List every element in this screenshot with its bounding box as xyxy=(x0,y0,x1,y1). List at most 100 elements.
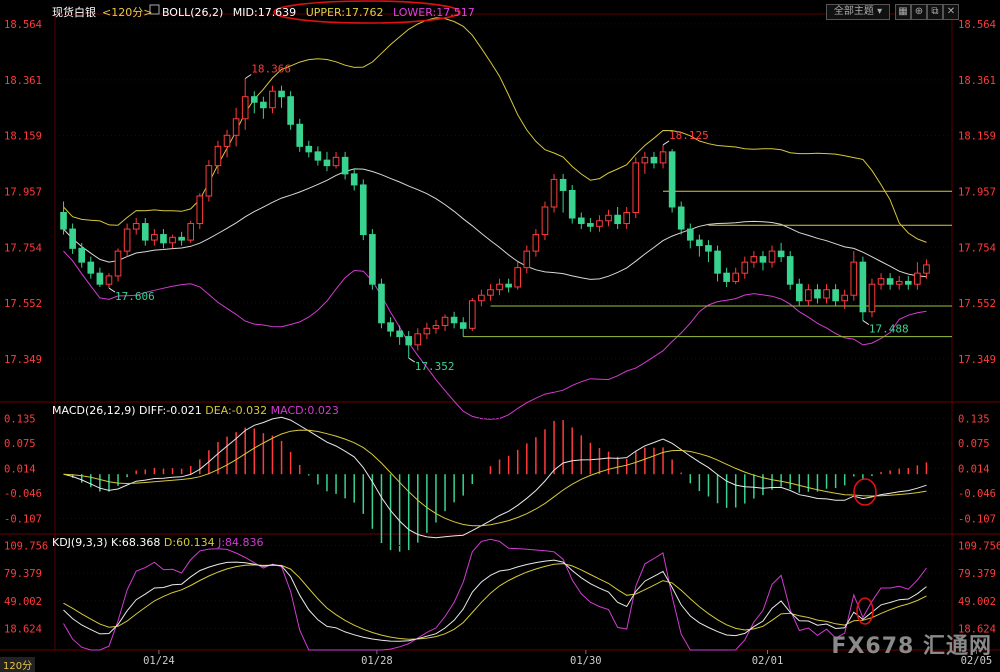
x-tick-label: 01/24 xyxy=(143,655,175,667)
candle-body xyxy=(577,217,585,225)
candle-body xyxy=(659,151,667,164)
candle-body xyxy=(914,272,921,285)
y-tick-label-left: 18.159 xyxy=(4,131,42,143)
candle-body xyxy=(123,228,131,252)
y-tick-label-left: 17.552 xyxy=(4,298,42,310)
candle-body xyxy=(69,228,76,249)
candle-body xyxy=(450,316,458,324)
kdj-j-line xyxy=(63,538,927,651)
candle-body xyxy=(859,261,867,313)
candle-body xyxy=(468,300,476,329)
candle-body xyxy=(868,283,876,313)
chart-canvas[interactable]: 18.564 18.564 18.361 18.361 18.159 18.159 17.9… xyxy=(0,0,1000,671)
candle-body xyxy=(287,96,294,125)
candle-body xyxy=(641,156,649,164)
price-annotation: 18.366 xyxy=(251,63,291,76)
candle-body xyxy=(350,173,358,186)
candle-body xyxy=(105,275,113,285)
candle-body xyxy=(841,294,849,302)
kdj-y-tick-label-left: 18.624 xyxy=(4,623,42,635)
candle-body xyxy=(441,316,449,327)
candle-body xyxy=(96,272,104,285)
candle-body xyxy=(777,250,785,258)
y-tick-label-left: 17.957 xyxy=(4,186,42,198)
candle-body xyxy=(378,283,385,324)
candle-body xyxy=(705,245,712,252)
zoom-icon[interactable]: ⊕ xyxy=(911,4,927,20)
candle-body xyxy=(205,165,213,197)
boll-mid-value: MID:17.639 xyxy=(232,6,297,19)
grid-icon[interactable]: ▦ xyxy=(895,4,911,20)
candle-body xyxy=(369,234,376,285)
candle-body xyxy=(668,151,676,208)
candle-body xyxy=(387,322,394,332)
candle-body xyxy=(78,247,86,263)
candle-body xyxy=(732,272,740,282)
theme-menu-label: 全部主题 xyxy=(833,6,874,17)
candle-body xyxy=(269,90,276,109)
candle-body xyxy=(332,156,340,167)
candle-body xyxy=(169,236,176,244)
candle-body xyxy=(832,289,839,302)
candle-body xyxy=(723,272,730,282)
candle-body xyxy=(405,336,413,346)
candle-body xyxy=(823,289,830,299)
close-icon[interactable]: ✕ xyxy=(943,4,959,20)
candle-body xyxy=(877,278,885,285)
y-tick-label-right: 18.361 xyxy=(958,75,996,87)
kdj-y-tick-label-left: 109.756 xyxy=(4,540,48,552)
candle-body xyxy=(795,283,803,302)
candle-body xyxy=(296,123,304,147)
candle-body xyxy=(677,206,685,230)
period-tag[interactable]: 120分 xyxy=(0,657,36,672)
macd-y-tick-label-right: -0.046 xyxy=(958,488,996,500)
candle-body xyxy=(223,134,231,147)
macd-y-tick-label-right: 0.014 xyxy=(958,463,990,475)
candle-body xyxy=(359,184,367,236)
candle-body xyxy=(478,294,485,302)
candle-body xyxy=(850,261,858,296)
candle-body xyxy=(505,283,512,288)
x-tick-label: 01/28 xyxy=(361,655,393,667)
candle-body xyxy=(650,156,658,164)
chevron-down-icon: ▾ xyxy=(873,6,883,17)
candle-body xyxy=(805,289,812,302)
macd-y-tick-label-left: 0.135 xyxy=(4,413,36,425)
macd-y-tick-label-left: -0.107 xyxy=(4,513,42,525)
chart-header: 现货白银 <120分> BOLL(26,2) MID:17.639 UPPER:1… xyxy=(52,4,481,20)
boll-upper-value: UPPER:17.762 xyxy=(305,6,384,19)
kdj-y-tick-label-right: 79.379 xyxy=(958,568,996,580)
candle-body xyxy=(423,327,431,335)
candle-body xyxy=(923,264,930,274)
theme-menu-button[interactable]: 全部主题 ▾ xyxy=(826,4,890,20)
kdj-y-tick-label-right: 49.002 xyxy=(958,596,996,608)
macd-y-tick-label-right: 0.135 xyxy=(958,413,990,425)
candle-body xyxy=(196,195,204,225)
candle-body xyxy=(241,96,249,120)
candle-body xyxy=(314,151,322,161)
x-tick-label: 01/30 xyxy=(570,655,602,667)
candle-body xyxy=(432,325,440,329)
y-tick-label-right: 18.159 xyxy=(958,131,996,143)
symbol-label: 现货白银 xyxy=(52,6,96,19)
candle-body xyxy=(232,118,240,136)
y-tick-label-left: 18.564 xyxy=(4,19,42,31)
candle-body xyxy=(605,214,612,222)
boll-indicator-label: BOLL(26,2) xyxy=(161,6,224,19)
candle-body xyxy=(396,330,403,338)
candle-body xyxy=(614,214,621,225)
macd-y-tick-label-left: 0.075 xyxy=(4,438,36,450)
candle-body xyxy=(741,261,749,274)
macd-y-tick-label-left: -0.046 xyxy=(4,488,42,500)
candle-body xyxy=(686,228,694,241)
candle-body xyxy=(904,280,912,285)
candle-body xyxy=(160,234,167,244)
candle-body xyxy=(141,223,149,241)
candle-body xyxy=(496,283,503,291)
kdj-y-tick-label-left: 49.002 xyxy=(4,596,42,608)
candle-body xyxy=(541,206,549,236)
candle-body xyxy=(568,189,576,219)
candle-body xyxy=(187,223,195,241)
restore-icon[interactable]: ⧉ xyxy=(927,4,943,20)
boll-lower-value: LOWER:17.517 xyxy=(392,6,475,19)
